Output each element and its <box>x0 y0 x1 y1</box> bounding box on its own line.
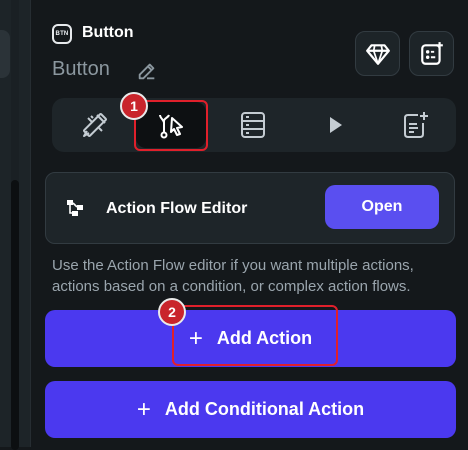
add-component-button[interactable] <box>409 31 454 76</box>
flow-editor-icon <box>67 200 83 216</box>
tab-animations[interactable] <box>300 98 370 152</box>
action-flow-card: Action Flow Editor Open <box>45 172 455 244</box>
plus-icon: + <box>136 395 151 423</box>
help-line-1: Use the Action Flow editor if you want m… <box>52 257 414 274</box>
add-conditional-action-button[interactable]: + Add Conditional Action <box>45 381 456 438</box>
tab-add-to-list[interactable] <box>380 98 450 152</box>
action-flow-help-text: Use the Action Flow editor if you want m… <box>52 255 462 297</box>
panel-tab-bar <box>52 98 456 152</box>
help-line-2: actions based on a condition, or complex… <box>52 278 411 295</box>
animation-play-icon <box>330 117 342 133</box>
widget-name[interactable]: Button <box>52 58 110 81</box>
step-badge-2: 2 <box>158 298 186 326</box>
pencil-icon[interactable] <box>136 60 158 82</box>
widget-type-label: Button <box>82 24 134 41</box>
step-badge-1: 1 <box>120 92 148 120</box>
step2-highlight <box>172 305 338 366</box>
button-type-icon: BTN <box>52 24 72 44</box>
add-component-icon <box>420 41 443 65</box>
diamond-button[interactable] <box>355 31 400 76</box>
diamond-icon <box>365 43 390 65</box>
open-action-flow-button[interactable]: Open <box>325 185 439 229</box>
backend-query-icon <box>241 112 265 138</box>
tab-backend-query[interactable] <box>218 98 288 152</box>
scrollbar-thumb[interactable] <box>11 180 19 450</box>
add-conditional-action-label: Add Conditional Action <box>164 399 365 419</box>
rail-tab[interactable] <box>0 30 10 78</box>
action-flow-editor-title: Action Flow Editor <box>106 200 248 217</box>
properties-icon <box>83 113 107 137</box>
add-to-list-icon <box>404 112 428 138</box>
